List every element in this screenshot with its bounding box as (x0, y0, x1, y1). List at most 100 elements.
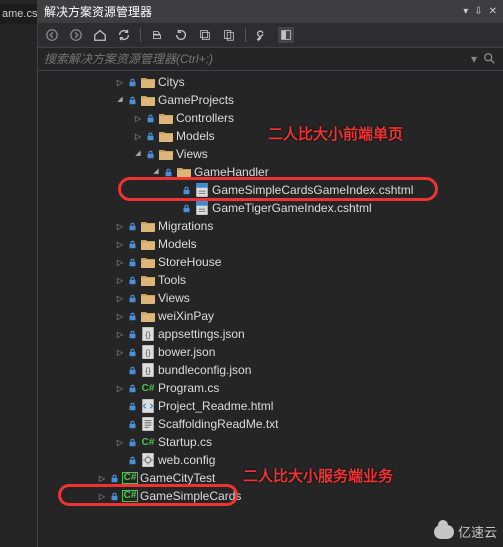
folder-icon (140, 255, 156, 269)
lock-icon (126, 292, 138, 304)
home-button[interactable] (92, 27, 108, 43)
tree-node[interactable]: ScaffoldingReadMe.txt (38, 415, 503, 433)
pending-changes-button[interactable] (149, 27, 165, 43)
chevron-right-icon[interactable] (114, 292, 126, 304)
tree-node-label: Controllers (176, 111, 234, 125)
lock-icon (162, 166, 174, 178)
json-icon: {} (140, 327, 156, 341)
tree-node[interactable]: Models (38, 235, 503, 253)
csproj-icon: C# (122, 471, 138, 485)
json-icon: {} (140, 363, 156, 377)
lock-icon (108, 490, 120, 502)
tree-node[interactable]: {}bower.json (38, 343, 503, 361)
refresh-button[interactable] (173, 27, 189, 43)
lock-icon (126, 436, 138, 448)
tree-node[interactable]: {}bundleconfig.json (38, 361, 503, 379)
back-button[interactable] (44, 27, 60, 43)
tree-node[interactable]: Views (38, 289, 503, 307)
tree-node[interactable]: {}appsettings.json (38, 325, 503, 343)
chevron-right-icon[interactable] (114, 256, 126, 268)
cshtml-icon (194, 201, 210, 215)
chevron-down-icon[interactable] (132, 148, 144, 160)
chevron-right-icon[interactable] (114, 220, 126, 232)
cloud-icon (434, 525, 454, 539)
tree-node[interactable]: GameHandler (38, 163, 503, 181)
lock-icon (126, 94, 138, 106)
tree-node-label: Views (176, 147, 208, 161)
tree-node-label: Startup.cs (158, 435, 212, 449)
pin-icon[interactable]: ⇩ (474, 6, 482, 17)
tree-node[interactable]: Controllers (38, 109, 503, 127)
tree-node[interactable]: GameProjects (38, 91, 503, 109)
search-icon[interactable] (483, 52, 497, 66)
tree-node[interactable]: Models (38, 127, 503, 145)
tree-node-label: Program.cs (158, 381, 219, 395)
lock-icon (144, 148, 156, 160)
tree-node-label: web.config (158, 453, 215, 467)
lock-icon (126, 400, 138, 412)
lock-icon (180, 184, 192, 196)
html-icon (140, 399, 156, 413)
tree-node[interactable]: Citys (38, 73, 503, 91)
chevron-right-icon[interactable] (114, 76, 126, 88)
chevron-right-icon[interactable] (114, 382, 126, 394)
show-all-files-button[interactable] (221, 27, 237, 43)
tree-node[interactable]: C#GameSimpleCards (38, 487, 503, 505)
tree-node-label: weiXinPay (158, 309, 214, 323)
dropdown-icon[interactable]: ▾ (463, 6, 468, 17)
preview-button[interactable] (278, 27, 294, 43)
chevron-right-icon[interactable] (132, 130, 144, 142)
chevron-right-icon[interactable] (114, 238, 126, 250)
folder-icon (140, 75, 156, 89)
sync-button[interactable] (116, 27, 132, 43)
tree-node-label: Tools (158, 273, 186, 287)
chevron-right-icon[interactable] (96, 490, 108, 502)
tree-node[interactable]: GameTigerGameIndex.cshtml (38, 199, 503, 217)
lock-icon (126, 382, 138, 394)
lock-icon (108, 472, 120, 484)
collapse-all-button[interactable] (197, 27, 213, 43)
search-dropdown-icon[interactable]: ▾ (471, 52, 477, 66)
chevron-down-icon[interactable] (150, 166, 162, 178)
tree-node-label: Migrations (158, 219, 213, 233)
tree-node[interactable]: C#Program.cs (38, 379, 503, 397)
tree-node[interactable]: Tools (38, 271, 503, 289)
config-icon (140, 453, 156, 467)
tree-node[interactable]: Migrations (38, 217, 503, 235)
tree-node[interactable]: C#GameCityTest (38, 469, 503, 487)
search-input[interactable] (44, 52, 471, 66)
tree-node[interactable]: web.config (38, 451, 503, 469)
folder-icon (140, 219, 156, 233)
lock-icon (126, 346, 138, 358)
tree-node[interactable]: C#Startup.cs (38, 433, 503, 451)
chevron-right-icon[interactable] (114, 436, 126, 448)
cshtml-icon (194, 183, 210, 197)
chevron-right-icon[interactable] (114, 346, 126, 358)
tree-node-label: Models (158, 237, 197, 251)
close-icon[interactable]: ✕ (489, 6, 497, 17)
chevron-down-icon[interactable] (114, 94, 126, 106)
panel-title: 解决方案资源管理器 (44, 3, 463, 20)
tree-node-label: bower.json (158, 345, 215, 359)
lock-icon (126, 274, 138, 286)
chevron-right-icon[interactable] (114, 310, 126, 322)
solution-explorer-panel: 解决方案资源管理器 ▾ ⇩ ✕ ▾ (38, 0, 503, 547)
editor-tab[interactable]: ame.cs (0, 4, 37, 24)
tree-node[interactable]: Views (38, 145, 503, 163)
tree-node[interactable]: GameSimpleCardsGameIndex.cshtml (38, 181, 503, 199)
watermark-text: 亿速云 (458, 522, 497, 541)
tree-node[interactable]: StoreHouse (38, 253, 503, 271)
solution-tree[interactable]: CitysGameProjects Controllers Models Views G… (38, 71, 503, 547)
folder-icon (140, 291, 156, 305)
chevron-right-icon[interactable] (114, 274, 126, 286)
tree-node[interactable]: weiXinPay (38, 307, 503, 325)
folder-icon (140, 93, 156, 107)
chevron-right-icon[interactable] (132, 112, 144, 124)
tree-node-label: GameCityTest (140, 471, 215, 485)
forward-button[interactable] (68, 27, 84, 43)
lock-icon (126, 328, 138, 340)
chevron-right-icon[interactable] (96, 472, 108, 484)
properties-button[interactable] (254, 27, 270, 43)
chevron-right-icon[interactable] (114, 328, 126, 340)
tree-node[interactable]: Project_Readme.html (38, 397, 503, 415)
